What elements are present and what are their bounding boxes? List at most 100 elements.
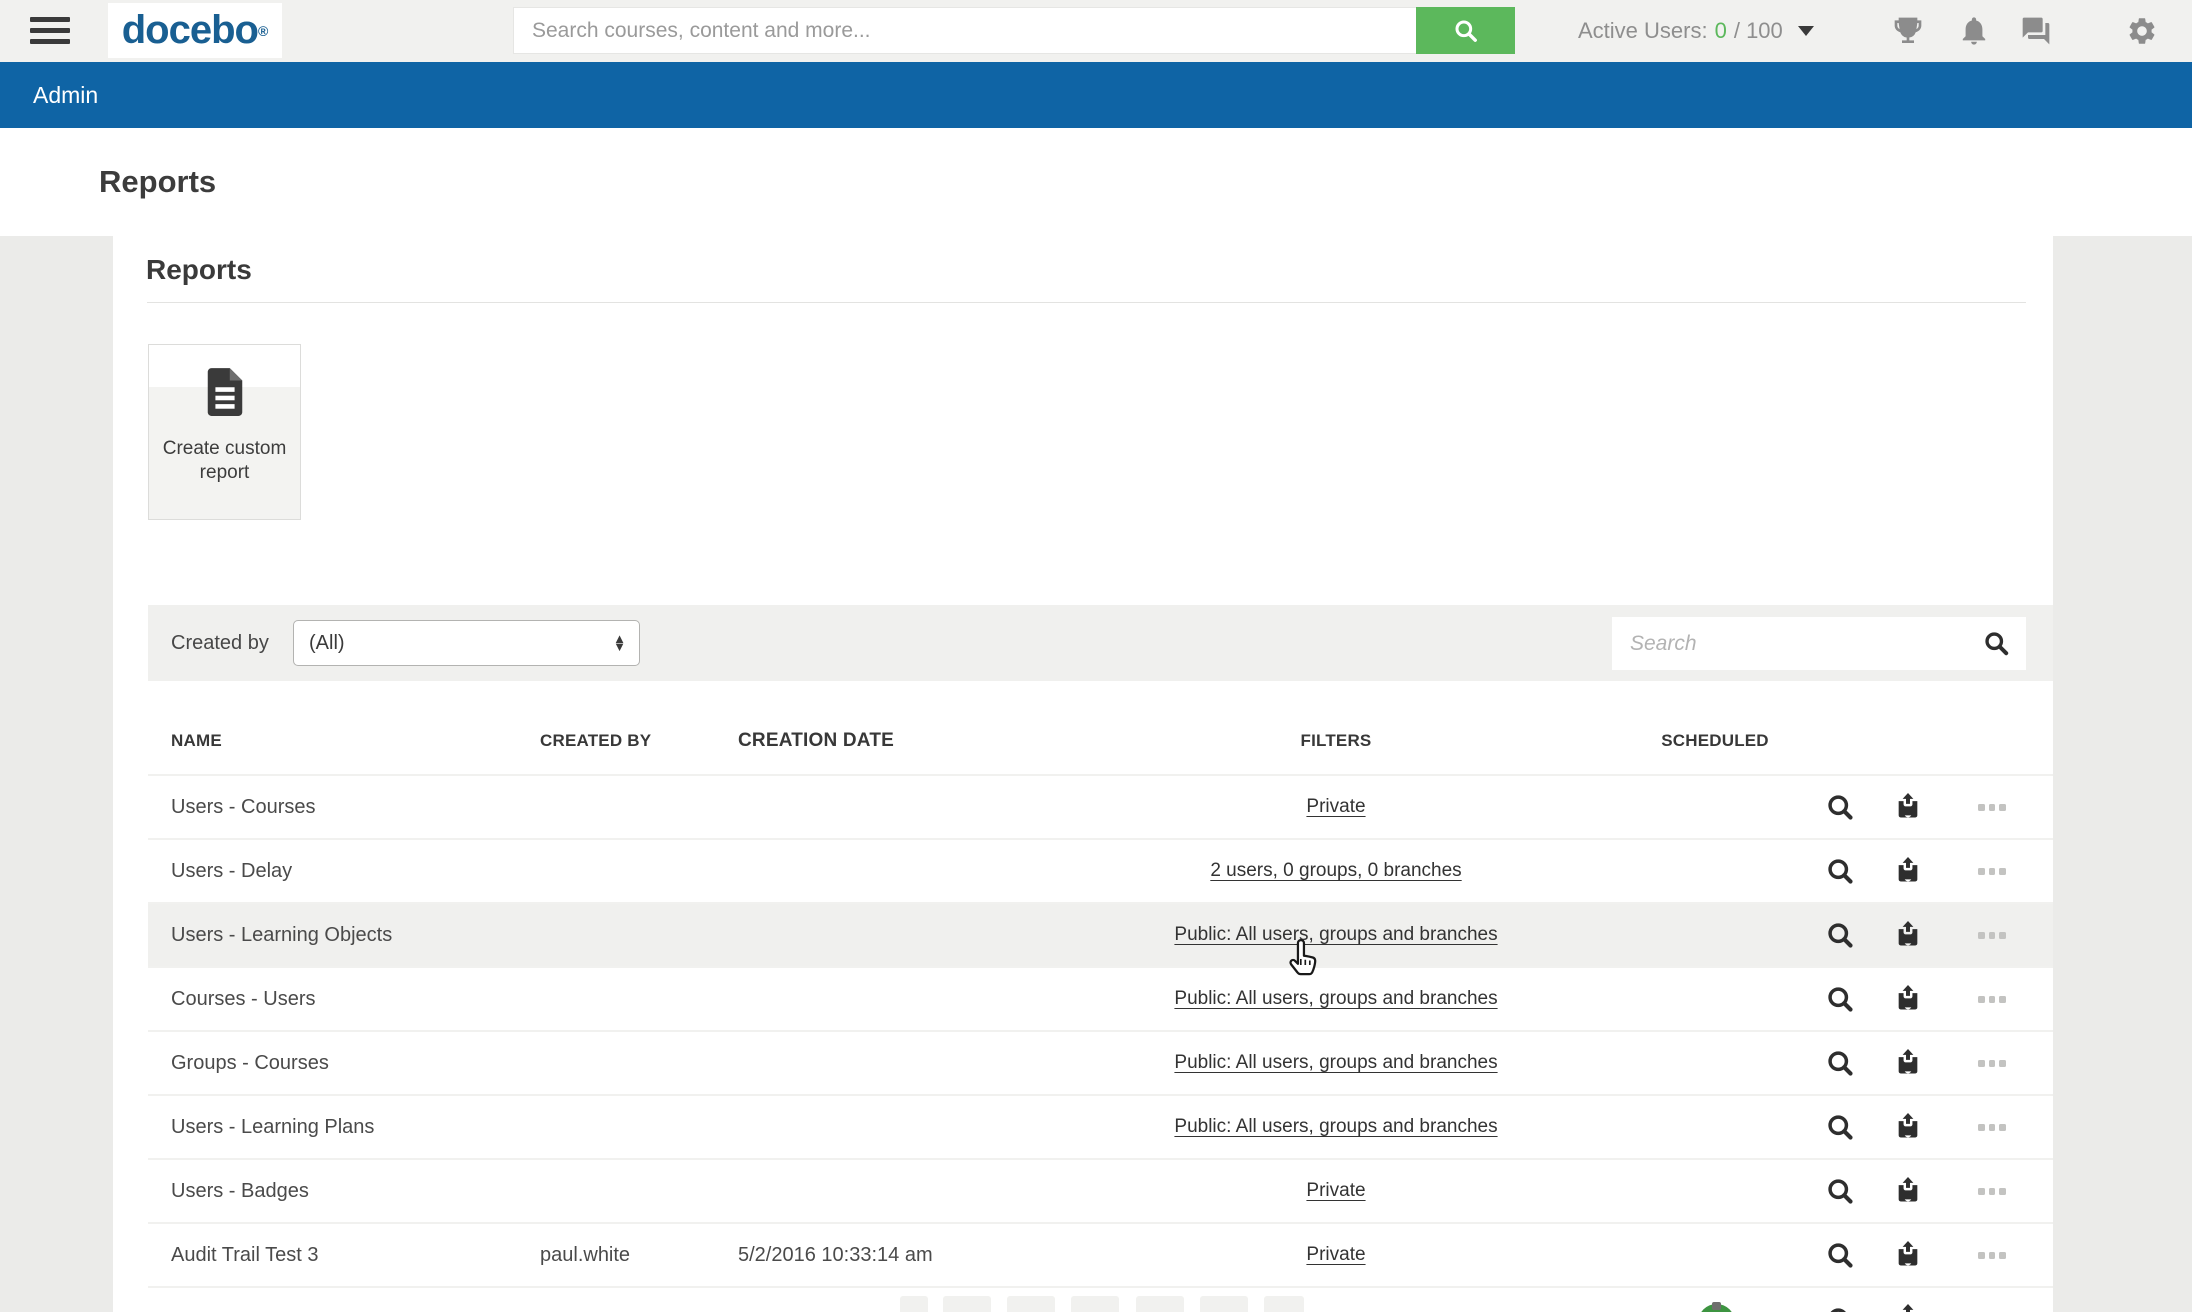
active-users-total: / 100 xyxy=(1734,18,1783,44)
hamburger-menu-icon[interactable] xyxy=(30,17,70,45)
preview-icon[interactable] xyxy=(1826,921,1854,949)
more-options-icon[interactable] xyxy=(1978,802,2006,812)
more-options-icon[interactable] xyxy=(1978,930,2006,940)
preview-icon[interactable] xyxy=(1826,985,1854,1013)
table-row: Users - Learning Objects Public: All user… xyxy=(148,904,2053,968)
create-custom-report-card[interactable]: Create custom report xyxy=(148,344,301,520)
report-name: Users - Badges xyxy=(171,1160,309,1222)
pagination-button[interactable] xyxy=(1136,1296,1184,1312)
report-filters-link[interactable]: Public: All users, groups and branches xyxy=(1174,988,1497,1010)
preview-icon[interactable] xyxy=(1826,793,1854,821)
table-row: Users - Badges Private xyxy=(148,1160,2053,1224)
pagination-button[interactable] xyxy=(1071,1296,1119,1312)
table-row: Audit Trail Test 3paul.white5/2/2016 10:… xyxy=(148,1224,2053,1288)
report-name: Courses - Users xyxy=(171,968,315,1030)
preview-icon[interactable] xyxy=(1826,1306,1854,1312)
report-search-input[interactable] xyxy=(1612,632,1983,656)
report-creation-date: 5/2/2016 10:33:14 am xyxy=(738,1224,933,1286)
export-icon[interactable] xyxy=(1894,1241,1922,1269)
select-updown-icon: ▲▼ xyxy=(613,635,626,651)
settings-gear-icon[interactable] xyxy=(2126,15,2158,47)
report-filters-link[interactable]: Public: All users, groups and branches xyxy=(1174,1052,1497,1074)
report-filters-cell: Public: All users, groups and branches xyxy=(1086,1032,1586,1094)
report-name: Audit Trail Test 3 xyxy=(171,1224,318,1286)
more-options-icon[interactable] xyxy=(1978,1250,2006,1260)
table-row: Users - Delay2 users, 0 groups, 0 branch… xyxy=(148,840,2053,904)
created-by-label: Created by xyxy=(171,605,269,681)
table-row: Users - Learning PlansPublic: All users,… xyxy=(148,1096,2053,1160)
table-row: Courses - Users Public: All users, groups… xyxy=(148,968,2053,1032)
table-row: Groups - Courses Public: All users, group… xyxy=(148,1032,2053,1096)
export-icon[interactable] xyxy=(1894,1113,1922,1141)
export-icon[interactable] xyxy=(1894,1304,1922,1312)
export-icon[interactable] xyxy=(1894,857,1922,885)
report-filters-cell: Private xyxy=(1086,1160,1586,1222)
report-filters-link[interactable]: Private xyxy=(1306,1180,1365,1202)
export-icon[interactable] xyxy=(1894,793,1922,821)
pagination-button[interactable] xyxy=(943,1296,991,1312)
partial-bottom-row xyxy=(148,1288,2053,1312)
scheduled-indicator-icon xyxy=(1698,1304,1735,1312)
chevron-down-icon xyxy=(1798,26,1814,36)
table-header-row: NAME CREATED BY CREATION DATE FILTERS SC… xyxy=(148,706,2053,776)
active-users-label: Active Users: xyxy=(1578,18,1708,44)
reports-panel: Reports Create custom report Created by … xyxy=(113,236,2053,1312)
pagination-button[interactable] xyxy=(1007,1296,1055,1312)
report-filters-cell: 2 users, 0 groups, 0 branches xyxy=(1086,840,1586,902)
more-options-icon[interactable] xyxy=(1978,866,2006,876)
report-filters-link[interactable]: Private xyxy=(1306,796,1365,818)
created-by-select[interactable]: (All) ▲▼ xyxy=(293,620,640,666)
page-title: Reports xyxy=(99,164,216,200)
report-filters-link[interactable]: Private xyxy=(1306,1244,1365,1266)
reports-table: NAME CREATED BY CREATION DATE FILTERS SC… xyxy=(148,706,2053,1312)
pagination-button[interactable] xyxy=(1200,1296,1248,1312)
notifications-bell-icon[interactable] xyxy=(1958,15,1990,47)
export-icon[interactable] xyxy=(1894,985,1922,1013)
table-row: Users - Courses Private xyxy=(148,776,2053,840)
report-filters-cell: Public: All users, groups and branches xyxy=(1086,968,1586,1030)
more-options-icon[interactable] xyxy=(1978,994,2006,1004)
column-header-name[interactable]: NAME xyxy=(171,706,222,776)
more-options-icon[interactable] xyxy=(1978,1058,2006,1068)
report-filters-link[interactable]: 2 users, 0 groups, 0 branches xyxy=(1210,860,1461,882)
document-icon xyxy=(202,365,248,421)
report-filters-link[interactable]: Public: All users, groups and branches xyxy=(1174,1116,1497,1138)
column-header-creation-date[interactable]: CREATION DATE xyxy=(738,706,894,776)
global-search-button[interactable] xyxy=(1416,7,1515,54)
export-icon[interactable] xyxy=(1894,921,1922,949)
active-users-dropdown[interactable]: Active Users: 0 / 100 xyxy=(1578,0,1814,62)
more-options-icon[interactable] xyxy=(1978,1122,2006,1132)
column-header-created-by[interactable]: CREATED BY xyxy=(540,706,651,776)
report-filters-cell: Public: All users, groups and branches xyxy=(1086,1096,1586,1158)
report-name: Users - Learning Objects xyxy=(171,904,392,966)
more-options-icon[interactable] xyxy=(1978,1186,2006,1196)
logo-text: docebo xyxy=(122,8,258,53)
heading-divider xyxy=(147,302,2026,303)
global-search xyxy=(513,7,1515,54)
column-header-scheduled[interactable]: SCHEDULED xyxy=(1465,706,1965,776)
pagination-button[interactable] xyxy=(1264,1296,1304,1312)
report-name: Users - Courses xyxy=(171,776,315,838)
report-name: Groups - Courses xyxy=(171,1032,329,1094)
docebo-logo[interactable]: docebo® xyxy=(108,3,282,58)
panel-heading: Reports xyxy=(146,254,252,286)
admin-breadcrumb[interactable]: Admin xyxy=(33,82,98,109)
preview-icon[interactable] xyxy=(1826,1049,1854,1077)
search-icon[interactable] xyxy=(1983,630,2010,657)
report-filters-cell: Private xyxy=(1086,1224,1586,1286)
page-title-band: Reports xyxy=(0,128,2192,236)
preview-icon[interactable] xyxy=(1826,857,1854,885)
messages-chat-icon[interactable] xyxy=(2020,15,2052,47)
logo-registered-mark: ® xyxy=(258,23,268,39)
report-filters-link[interactable]: Public: All users, groups and branches xyxy=(1174,924,1497,946)
admin-bar: Admin xyxy=(0,62,2192,128)
export-icon[interactable] xyxy=(1894,1049,1922,1077)
export-icon[interactable] xyxy=(1894,1177,1922,1205)
global-search-input[interactable] xyxy=(513,7,1416,54)
preview-icon[interactable] xyxy=(1826,1241,1854,1269)
preview-icon[interactable] xyxy=(1826,1113,1854,1141)
gamification-trophy-icon[interactable] xyxy=(1892,15,1924,47)
preview-icon[interactable] xyxy=(1826,1177,1854,1205)
top-header: docebo® Active Users: 0 / 100 xyxy=(0,0,2192,62)
pagination-button[interactable] xyxy=(900,1296,928,1312)
